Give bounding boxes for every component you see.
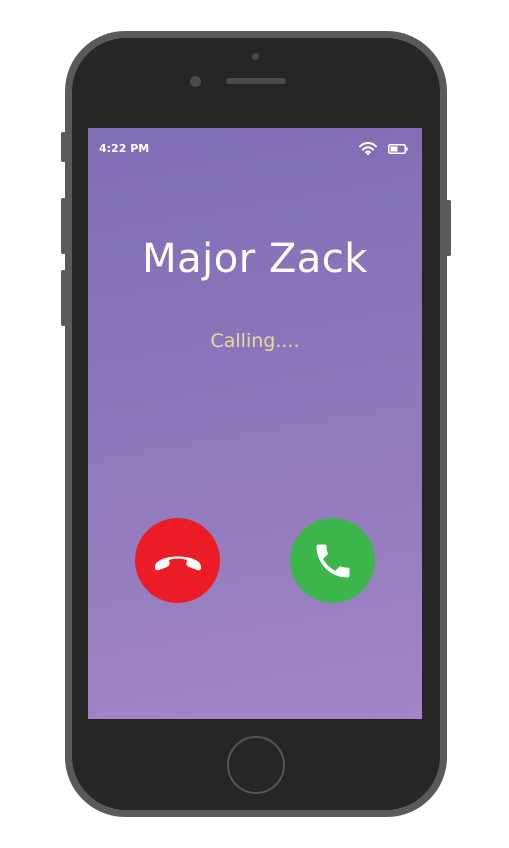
- call-screen: 4:22 PM Major Zack Calling....: [88, 128, 422, 719]
- battery-icon: [388, 144, 408, 154]
- decline-call-button[interactable]: [135, 518, 220, 603]
- front-camera: [190, 76, 201, 87]
- proximity-sensor: [252, 53, 259, 60]
- wifi-icon: [359, 142, 377, 155]
- phone-answer-icon: [316, 544, 349, 577]
- caller-name: Major Zack: [142, 236, 368, 282]
- home-button[interactable]: [227, 736, 285, 794]
- mockup-stage: 4:22 PM Major Zack Calling....: [0, 0, 509, 848]
- phone-hangup-icon: [154, 556, 201, 570]
- accept-call-button[interactable]: [290, 518, 375, 603]
- earpiece-speaker: [226, 78, 286, 84]
- call-status: Calling....: [210, 330, 300, 352]
- status-time: 4:22 PM: [99, 142, 150, 155]
